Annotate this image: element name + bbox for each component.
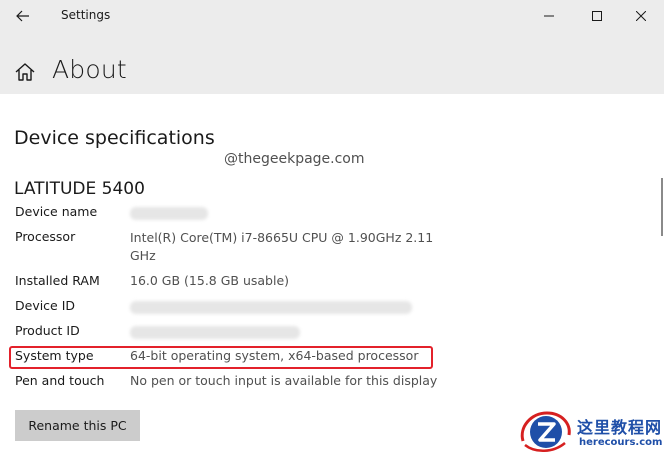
device-model: LATITUDE 5400 [14, 179, 145, 199]
minimize-button[interactable] [526, 0, 572, 32]
spec-label-installed-ram: Installed RAM [15, 273, 100, 288]
logo-text-en: herecours.com [579, 437, 663, 448]
spec-label-processor: Processor [15, 229, 76, 244]
back-arrow-icon [16, 10, 29, 22]
watermark-text: @thegeekpage.com [224, 151, 365, 167]
redacted-device-name [130, 207, 208, 220]
close-button[interactable] [618, 0, 664, 32]
home-icon[interactable] [14, 61, 36, 83]
rename-pc-button[interactable]: Rename this PC [15, 410, 140, 441]
maximize-button[interactable] [574, 0, 620, 32]
redacted-device-id [130, 301, 412, 314]
window-title: Settings [61, 8, 111, 22]
scrollbar-thumb[interactable] [661, 178, 663, 236]
section-title: Device specifications [14, 127, 215, 149]
system-type-highlight [9, 346, 433, 369]
minimize-icon [544, 15, 554, 17]
spec-label-device-name: Device name [15, 204, 98, 219]
settings-window: Settings About Device specifications @th… [0, 0, 664, 456]
logo-emblem-icon [520, 411, 571, 452]
spec-value-processor-line1: Intel(R) Core(TM) i7-8665U CPU @ 1.90GHz… [130, 230, 434, 245]
spec-value-processor-line2: GHz [130, 248, 156, 263]
redacted-product-id [130, 326, 300, 339]
logo-text-cn: 这里教程网 [577, 418, 663, 437]
spec-value-pen-touch: No pen or touch input is available for t… [130, 373, 438, 388]
maximize-icon [592, 11, 602, 21]
spec-label-pen-touch: Pen and touch [15, 373, 105, 388]
close-icon [636, 11, 646, 21]
back-button[interactable] [6, 2, 40, 30]
site-logo: 这里教程网 herecours.com [517, 405, 664, 456]
page-title: About [52, 55, 127, 84]
page-header: About [0, 32, 664, 94]
title-bar: Settings [0, 0, 664, 32]
spec-label-device-id: Device ID [15, 298, 76, 313]
spec-label-product-id: Product ID [15, 323, 80, 338]
spec-value-installed-ram: 16.0 GB (15.8 GB usable) [130, 273, 290, 288]
